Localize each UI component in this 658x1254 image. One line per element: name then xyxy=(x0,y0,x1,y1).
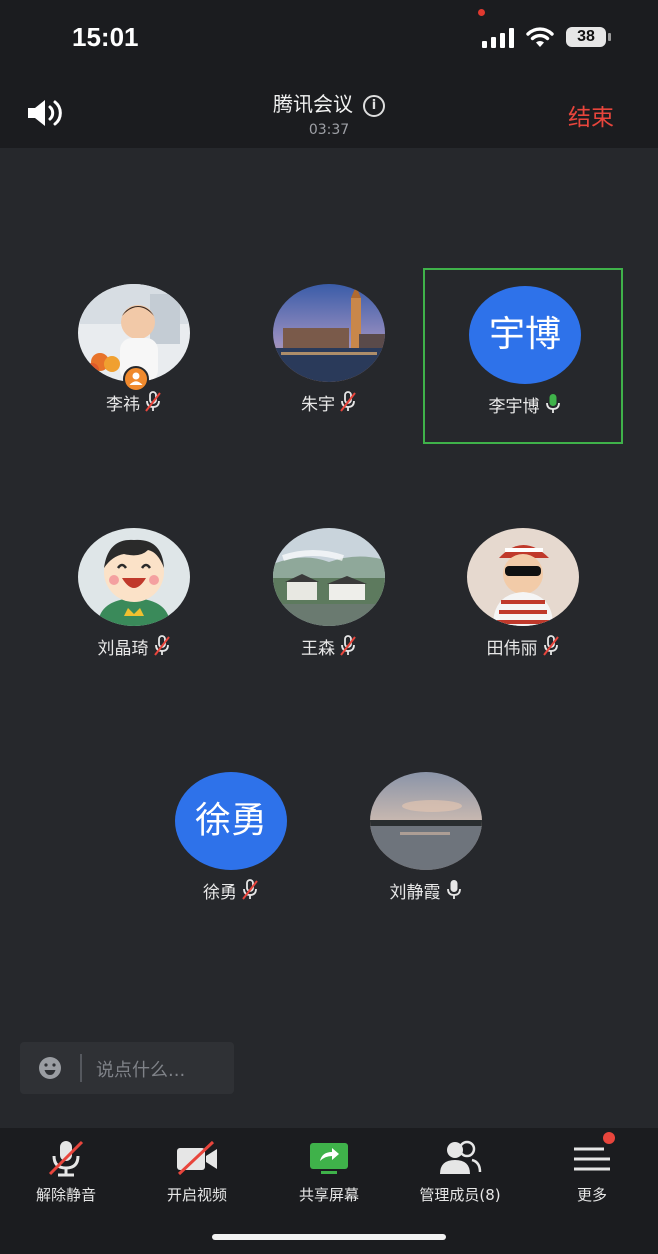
share-screen-icon xyxy=(310,1143,348,1174)
start-video-button[interactable]: 开启视频 xyxy=(132,1138,262,1218)
mic-muted-icon xyxy=(242,879,258,900)
avatar: 徐勇 xyxy=(175,772,287,870)
recording-dot xyxy=(478,9,485,16)
participant-tile[interactable]: 刘晶琦 xyxy=(34,512,234,688)
meeting-header: 腾讯会议 i 03:37 结束 xyxy=(0,76,658,148)
battery-icon: 38 xyxy=(566,27,612,49)
participant-tile-active-speaker[interactable]: 宇博 李宇博 xyxy=(423,268,623,444)
participant-name: 李祎 xyxy=(106,395,140,415)
mic-muted-icon xyxy=(48,1140,84,1177)
participant-name-row: 李祎 xyxy=(34,390,234,415)
participant-tile[interactable]: 朱宇 xyxy=(229,268,429,444)
tool-label: 解除静音 xyxy=(35,1186,96,1204)
wifi-icon xyxy=(526,27,554,47)
more-icon xyxy=(574,1147,610,1171)
participant-tile[interactable]: 李祎 xyxy=(34,268,234,444)
status-time: 15:01 xyxy=(72,22,139,52)
chat-input[interactable]: 说点什么... xyxy=(20,1042,234,1094)
participant-name: 徐勇 xyxy=(203,883,237,903)
avatar: 宇博 xyxy=(469,286,581,384)
chat-divider xyxy=(80,1054,82,1082)
tool-label: 管理成员(8) xyxy=(419,1186,501,1204)
mic-muted-icon xyxy=(145,391,161,412)
unmute-button[interactable]: 解除静音 xyxy=(1,1138,131,1218)
tool-label: 共享屏幕 xyxy=(298,1186,359,1204)
participant-name-row: 李宇博 xyxy=(425,392,625,417)
tool-label: 更多 xyxy=(576,1186,607,1204)
participant-name-row: 刘静霞 xyxy=(326,878,526,903)
mic-speaking-icon xyxy=(545,394,560,413)
participant-name: 刘晶琦 xyxy=(97,639,149,659)
participant-name: 李宇博 xyxy=(488,397,540,417)
avatar xyxy=(370,772,482,870)
participant-name-row: 朱宇 xyxy=(229,390,429,415)
end-meeting-button[interactable]: 结束 xyxy=(568,98,614,132)
home-indicator xyxy=(212,1234,446,1240)
participant-grid: 李祎 朱宇 宇博 李宇博 刘晶琦 王森 田伟丽 徐勇 徐勇 刘静霞 说点什么..… xyxy=(0,148,658,1128)
avatar xyxy=(78,528,190,626)
meeting-timer: 03:37 xyxy=(308,122,350,138)
participant-name: 朱宇 xyxy=(301,395,335,415)
battery-level: 38 xyxy=(566,27,606,47)
notification-dot xyxy=(603,1132,615,1144)
emoji-icon[interactable] xyxy=(38,1056,62,1080)
participant-tile[interactable]: 徐勇 徐勇 xyxy=(131,756,331,932)
tool-label: 开启视频 xyxy=(166,1186,227,1204)
participant-tile[interactable]: 刘静霞 xyxy=(326,756,526,932)
avatar xyxy=(467,528,579,626)
video-off-icon xyxy=(177,1140,217,1176)
share-screen-button[interactable]: 共享屏幕 xyxy=(264,1138,394,1218)
mic-icon xyxy=(446,880,461,899)
mic-muted-icon xyxy=(340,635,356,656)
mic-muted-icon xyxy=(153,635,170,656)
info-icon[interactable]: i xyxy=(363,95,385,117)
cellular-signal-icon xyxy=(482,28,514,48)
meeting-title: 腾讯会议 xyxy=(273,92,353,116)
mic-muted-icon xyxy=(340,391,356,412)
members-icon xyxy=(440,1140,482,1174)
mic-muted-icon xyxy=(542,635,559,656)
chat-placeholder: 说点什么... xyxy=(96,1060,186,1081)
manage-members-button[interactable]: 管理成员(8) xyxy=(395,1138,525,1218)
host-badge-icon xyxy=(123,366,149,392)
meeting-title-row[interactable]: 腾讯会议 i xyxy=(0,88,658,117)
participant-name: 刘静霞 xyxy=(389,883,441,903)
participant-name: 王森 xyxy=(301,639,335,659)
more-button[interactable]: 更多 xyxy=(527,1138,657,1218)
participant-name-row: 田伟丽 xyxy=(423,634,623,659)
avatar xyxy=(273,284,385,382)
avatar xyxy=(273,528,385,626)
participant-tile[interactable]: 王森 xyxy=(229,512,429,688)
participant-name-row: 王森 xyxy=(229,634,429,659)
participant-name: 田伟丽 xyxy=(486,639,538,659)
participant-name-row: 徐勇 xyxy=(131,878,331,903)
participant-name-row: 刘晶琦 xyxy=(34,634,234,659)
participant-tile[interactable]: 田伟丽 xyxy=(423,512,623,688)
status-bar: 15:01 38 xyxy=(0,0,658,76)
